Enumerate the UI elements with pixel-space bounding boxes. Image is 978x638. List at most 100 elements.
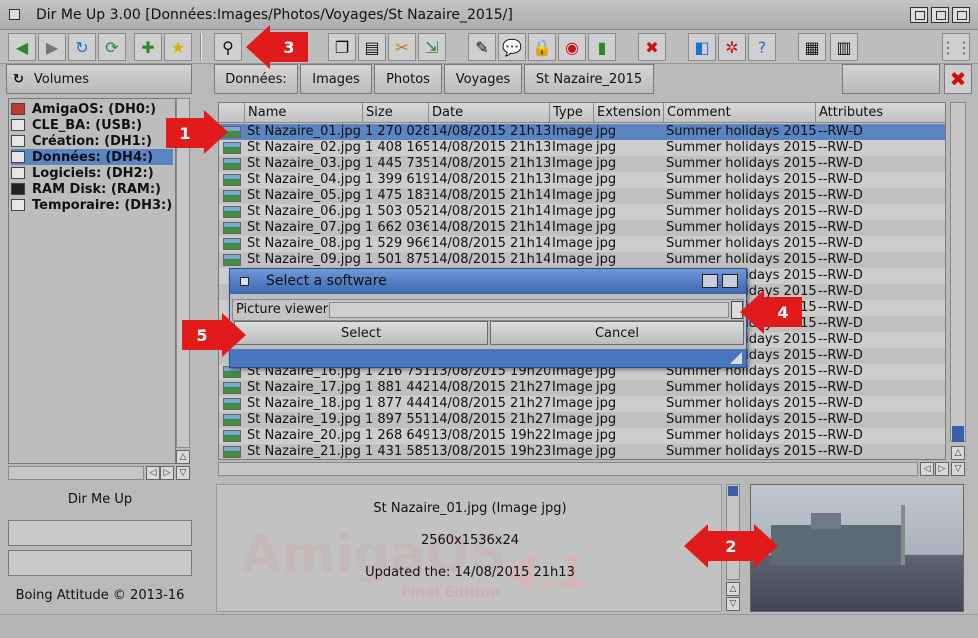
files-hscrollbar[interactable] xyxy=(218,462,918,476)
volume-label: AmigaOS: (DH0:) xyxy=(32,101,157,117)
breadcrumb-item[interactable]: Images xyxy=(300,64,372,94)
cell-type: Image xyxy=(552,188,593,203)
clear-filter-icon[interactable]: ✖ xyxy=(944,64,972,94)
cell-name: St Nazaire_17.jpg xyxy=(247,380,361,395)
info-icon[interactable]: ? xyxy=(748,33,776,61)
cell-date: 14/08/2015 21h14 xyxy=(431,220,550,235)
forward-arrow-icon[interactable]: ▶ xyxy=(38,33,66,61)
volume-item[interactable]: Logiciels: (DH2:) xyxy=(11,165,173,181)
cell-name: St Nazaire_04.jpg xyxy=(247,172,361,187)
scroll-down-icon[interactable]: ▽ xyxy=(176,466,190,480)
table-row[interactable]: St Nazaire_08.jpg 1 529 966 14/08/2015 21h… xyxy=(219,236,945,252)
copy-icon[interactable]: ❐ xyxy=(328,33,356,61)
table-row[interactable]: St Nazaire_21.jpg 1 431 585 13/08/2015 19h… xyxy=(219,444,945,459)
breadcrumb-item[interactable]: Voyages xyxy=(444,64,522,94)
table-row[interactable]: St Nazaire_03.jpg 1 445 735 14/08/2015 21h… xyxy=(219,156,945,172)
filetype-icon[interactable]: ✲ xyxy=(718,33,746,61)
info-vscroll-knob[interactable] xyxy=(728,486,738,496)
table-row[interactable]: St Nazaire_06.jpg 1 503 052 14/08/2015 21h… xyxy=(219,204,945,220)
picture-viewer-input[interactable] xyxy=(329,302,729,318)
resize-handle-icon[interactable] xyxy=(730,352,742,364)
window-close-icon[interactable] xyxy=(9,9,20,20)
execute-icon[interactable]: ◉ xyxy=(558,33,586,61)
volume-item[interactable]: Création: (DH1:) xyxy=(11,133,173,149)
column-header-type[interactable]: Type xyxy=(550,103,594,123)
dialog-zoom-icon[interactable] xyxy=(702,274,718,288)
volumes-vscrollbar[interactable] xyxy=(176,98,190,448)
scroll-down-icon[interactable]: ▽ xyxy=(726,597,740,611)
scroll-left-icon[interactable]: ◁ xyxy=(920,462,934,476)
refresh-icon[interactable]: ↻ xyxy=(68,33,96,61)
window-titlebar[interactable]: Dir Me Up 3.00 [Données:Images/Photos/Vo… xyxy=(0,0,978,30)
settings-icon[interactable]: ⋮⋮ xyxy=(940,33,972,61)
dialog-depth-icon[interactable] xyxy=(722,274,738,288)
scroll-right-icon[interactable]: ▷ xyxy=(160,466,174,480)
depth-icon[interactable] xyxy=(952,7,970,23)
table-row[interactable]: St Nazaire_05.jpg 1 475 183 14/08/2015 21h… xyxy=(219,188,945,204)
column-header-comment[interactable]: Comment xyxy=(664,103,816,123)
table-row[interactable]: St Nazaire_18.jpg 1 877 444 14/08/2015 21h… xyxy=(219,396,945,412)
paste-icon[interactable]: ▤ xyxy=(358,33,386,61)
volume-item[interactable]: RAM Disk: (RAM:) xyxy=(11,181,173,197)
table-row[interactable]: St Nazaire_07.jpg 1 662 036 14/08/2015 21h… xyxy=(219,220,945,236)
select-button[interactable]: Select xyxy=(234,321,488,345)
scroll-up-icon[interactable]: △ xyxy=(726,582,740,596)
archive-icon[interactable]: ▮ xyxy=(588,33,616,61)
table-row[interactable]: St Nazaire_17.jpg 1 881 442 14/08/2015 21h… xyxy=(219,380,945,396)
search-icon[interactable]: ⚲ xyxy=(214,33,242,61)
column-header-extension[interactable]: Extension xyxy=(594,103,664,123)
cut-scissors-icon[interactable]: ✂ xyxy=(388,33,416,61)
table-row[interactable]: St Nazaire_20.jpg 1 268 649 13/08/2015 19h… xyxy=(219,428,945,444)
back-arrow-icon[interactable]: ◀ xyxy=(8,33,36,61)
image-file-icon xyxy=(223,446,241,458)
disk-icon xyxy=(11,151,25,163)
column-header-date[interactable]: Date xyxy=(429,103,550,123)
files-vscrollbar[interactable] xyxy=(950,102,966,442)
volumes-hscrollbar[interactable] xyxy=(8,466,144,480)
table-row[interactable]: St Nazaire_02.jpg 1 408 165 14/08/2015 21h… xyxy=(219,140,945,156)
breadcrumb-item[interactable]: Photos xyxy=(374,64,442,94)
move-icon[interactable]: ⇲ xyxy=(418,33,446,61)
scroll-right-icon[interactable]: ▷ xyxy=(935,462,949,476)
favorite-star-icon[interactable]: ★ xyxy=(164,33,192,61)
table-row[interactable]: St Nazaire_19.jpg 1 897 551 14/08/2015 21h… xyxy=(219,412,945,428)
reload-icon[interactable]: ⟳ xyxy=(98,33,126,61)
column-header-attributes[interactable]: Attributes xyxy=(816,103,945,123)
volumes-header[interactable]: ↻ Volumes xyxy=(6,64,192,94)
open-with-icon[interactable]: ◧ xyxy=(688,33,716,61)
new-drawer-icon[interactable]: ✚ xyxy=(134,33,162,61)
volume-item[interactable]: Données: (DH4:) xyxy=(11,149,173,165)
scroll-left-icon[interactable]: ◁ xyxy=(146,466,160,480)
dialog-close-icon[interactable] xyxy=(240,277,249,286)
delete-icon[interactable]: ✖ xyxy=(638,33,666,61)
zoom-icon[interactable] xyxy=(931,7,949,23)
cell-name: St Nazaire_05.jpg xyxy=(247,188,361,203)
dialog-titlebar[interactable]: Select a software xyxy=(230,269,746,294)
breadcrumb-item[interactable]: St Nazaire_2015 xyxy=(524,64,654,94)
table-row[interactable]: St Nazaire_01.jpg 1 270 028 14/08/2015 21h… xyxy=(219,124,945,140)
protect-lock-icon[interactable]: 🔒 xyxy=(528,33,556,61)
scroll-up-icon[interactable]: △ xyxy=(951,446,965,460)
iconify-icon[interactable] xyxy=(910,7,928,23)
grid-view-icon[interactable]: ▥ xyxy=(830,33,858,61)
volume-item[interactable]: AmigaOS: (DH0:) xyxy=(11,101,173,117)
scroll-up-icon[interactable]: △ xyxy=(176,450,190,464)
cancel-button[interactable]: Cancel xyxy=(490,321,744,345)
files-vscroll-knob[interactable] xyxy=(952,426,964,442)
cell-name: St Nazaire_18.jpg xyxy=(247,396,361,411)
list-view-icon[interactable]: ▦ xyxy=(798,33,826,61)
callout-arrow-left xyxy=(246,25,270,69)
column-header-name[interactable]: Name xyxy=(245,103,363,123)
rename-icon[interactable]: ✎ xyxy=(468,33,496,61)
cell-date: 14/08/2015 21h27 xyxy=(431,396,550,411)
volume-item[interactable]: CLE_BA: (USB:) xyxy=(11,117,173,133)
cell-name: St Nazaire_07.jpg xyxy=(247,220,361,235)
refresh-volumes-icon[interactable]: ↻ xyxy=(13,72,24,87)
table-row[interactable]: St Nazaire_04.jpg 1 399 619 14/08/2015 21h… xyxy=(219,172,945,188)
scroll-down-icon[interactable]: ▽ xyxy=(951,462,965,476)
comment-icon[interactable]: 💬 xyxy=(498,33,526,61)
table-row[interactable]: St Nazaire_09.jpg 1 501 875 14/08/2015 21h… xyxy=(219,252,945,268)
column-header-size[interactable]: Size xyxy=(363,103,429,123)
filter-field[interactable] xyxy=(842,64,940,94)
volume-item[interactable]: Temporaire: (DH3:) xyxy=(11,197,173,213)
